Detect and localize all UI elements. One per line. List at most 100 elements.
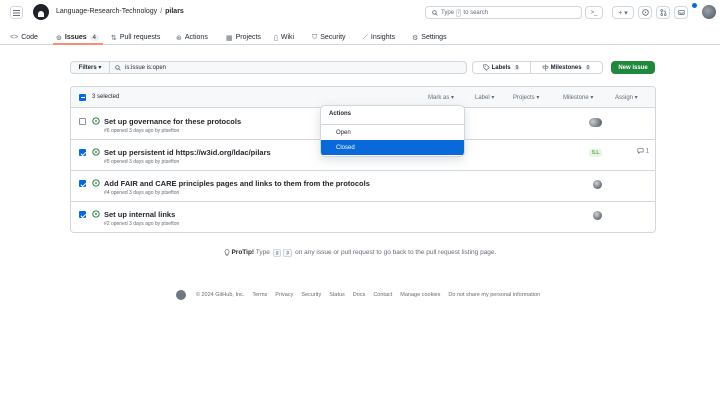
tab-pull-requests[interactable]: ⇅ Pull requests [111, 31, 160, 44]
assignee-avatar[interactable] [589, 118, 602, 127]
search-prefix: Type [441, 9, 455, 16]
issue-checkbox[interactable] [79, 118, 86, 125]
footer-copyright: © 2024 GitHub, Inc. [195, 292, 245, 298]
mark-as-menu: Actions Open Closed [320, 105, 465, 157]
tab-actions[interactable]: ⊛ Actions [176, 31, 208, 44]
tab-actions-label: Actions [184, 34, 208, 41]
issue-search-query: is:issue is:open [125, 64, 167, 71]
protip-key-g: g [272, 249, 282, 258]
pull-requests-button[interactable] [656, 6, 670, 19]
breadcrumb-repo[interactable]: pilars [165, 8, 184, 15]
milestone-dropdown[interactable]: Milestone ▾ [563, 94, 593, 101]
protip: ProTip! Type gp on any issue or pull req… [0, 249, 720, 258]
menu-item-closed[interactable]: Closed [321, 140, 464, 155]
tab-insights-label: Insights [370, 34, 396, 41]
table-icon: ▦ [226, 34, 233, 42]
mark-as-dropdown[interactable]: Mark as ▾ [428, 94, 454, 101]
labels-button-label: Labels [491, 64, 511, 71]
issue-opened-icon [92, 117, 100, 125]
assignee-avatar[interactable] [593, 211, 602, 220]
projects-dropdown[interactable]: Projects ▾ [513, 94, 539, 101]
breadcrumb: Language-Research-Technology / pilars [56, 8, 184, 15]
footer-link-do-not-share[interactable]: Do not share my personal information [448, 292, 540, 298]
issue-title-link[interactable]: Set up internal links [104, 210, 175, 219]
git-pull-request-icon: ⇅ [111, 34, 117, 42]
issue-title-link[interactable]: Set up persistent id https://w3id.org/ld… [104, 148, 271, 157]
tab-pull-requests-label: Pull requests [119, 34, 161, 41]
tab-code[interactable]: <> Code [10, 31, 38, 44]
tab-insights[interactable]: ⟋ Insights [363, 31, 395, 44]
light-bulb-icon [224, 249, 230, 256]
shield-icon: ⛉ [312, 33, 318, 41]
git-pull-request-icon [659, 9, 667, 16]
command-palette-button[interactable]: >_ [585, 6, 603, 19]
table-row[interactable]: Set up internal links #2 opened 3 days a… [71, 202, 655, 232]
assignee-avatar[interactable] [593, 180, 602, 189]
issue-checkbox[interactable] [79, 211, 86, 218]
issue-title-link[interactable]: Set up governance for these protocols [104, 117, 241, 126]
breadcrumb-owner[interactable]: Language-Research-Technology [56, 8, 157, 15]
filters-dropdown-button[interactable]: Filters ▾ [70, 61, 110, 74]
issue-opened-icon [92, 179, 100, 187]
tab-settings-label: Settings [421, 34, 447, 41]
issue-opened-icon: ⊙ [56, 34, 62, 42]
github-logo-icon[interactable] [33, 4, 49, 20]
footer-link-security[interactable]: Security [301, 292, 321, 298]
issue-checkbox[interactable] [79, 180, 86, 187]
labels-button[interactable]: Labels 9 [472, 61, 531, 74]
assignee-dropdown[interactable]: Assign ▾ [615, 94, 638, 101]
tab-settings[interactable]: ⚙ Settings [412, 31, 447, 44]
github-footer-logo-icon[interactable] [175, 290, 186, 300]
comment-count[interactable]: 1 [637, 148, 649, 155]
milestone-icon [542, 64, 549, 71]
global-search-input[interactable]: Type / to search [425, 6, 582, 19]
global-header: Language-Research-Technology / pilars Type… [0, 0, 720, 24]
footer-link-privacy[interactable]: Privacy [275, 292, 293, 298]
tab-security-label: Security [320, 34, 346, 41]
menu-hamburger-icon[interactable] [10, 6, 23, 19]
footer-link-contact[interactable]: Contact [373, 292, 392, 298]
issues-button[interactable] [638, 6, 652, 19]
terminal-icon: >_ [590, 9, 598, 16]
issue-opened-icon [92, 148, 100, 156]
select-all-checkbox[interactable] [79, 94, 86, 101]
gear-icon: ⚙ [412, 34, 419, 42]
comment-icon [637, 148, 644, 154]
milestones-button[interactable]: Milestones 0 [530, 61, 603, 74]
label-dropdown[interactable]: Label ▾ [475, 94, 494, 101]
protip-after: on any issue or pull request to go back … [295, 249, 497, 257]
user-avatar[interactable] [702, 5, 716, 19]
protip-label: ProTip! [231, 249, 255, 257]
menu-item-open[interactable]: Open [321, 125, 464, 140]
tab-projects[interactable]: ▦ Projects [226, 31, 261, 44]
code-icon: <> [10, 34, 19, 41]
footer-link-status[interactable]: Status [329, 292, 345, 298]
tab-wiki-label: Wiki [280, 34, 295, 41]
create-new-button[interactable]: + ▾ [612, 6, 634, 19]
selected-count: 3 selected [92, 94, 120, 100]
tab-security[interactable]: ⛉ Security [312, 31, 346, 44]
issue-meta: #4 opened 3 days ago by ptsefton [104, 190, 180, 196]
assignee-avatar[interactable]: !LL [589, 149, 602, 157]
breadcrumb-separator: / [160, 8, 163, 15]
plus-icon: + ▾ [618, 9, 628, 17]
issues-count-badge: 4 [89, 34, 100, 41]
repo-nav: <> Code ⊙ Issues 4 ⇅ Pull requests ⊛ Actions … [0, 28, 720, 45]
tab-code-label: Code [21, 34, 38, 41]
footer-link-docs[interactable]: Docs [353, 292, 366, 298]
tab-wiki[interactable]: ▯ Wiki [274, 31, 294, 44]
comment-count-value: 1 [645, 148, 650, 155]
issue-search-input[interactable]: is:issue is:open [109, 61, 467, 74]
issue-meta: #2 opened 3 days ago by ptsefton [104, 221, 180, 227]
inbox-button[interactable] [674, 6, 688, 19]
tag-icon [482, 64, 490, 71]
issue-checkbox[interactable] [79, 149, 86, 156]
milestones-button-label: Milestones [550, 64, 582, 71]
issue-title-link[interactable]: Add FAIR and CARE principles pages and l… [104, 179, 370, 188]
active-tab-indicator [53, 43, 103, 45]
footer-link-manage-cookies[interactable]: Manage cookies [400, 292, 440, 298]
search-shortcut-key: / [456, 8, 462, 17]
footer-link-terms[interactable]: Terms [252, 292, 267, 298]
new-issue-button[interactable]: New issue [611, 61, 655, 74]
table-row[interactable]: Add FAIR and CARE principles pages and l… [71, 171, 655, 202]
